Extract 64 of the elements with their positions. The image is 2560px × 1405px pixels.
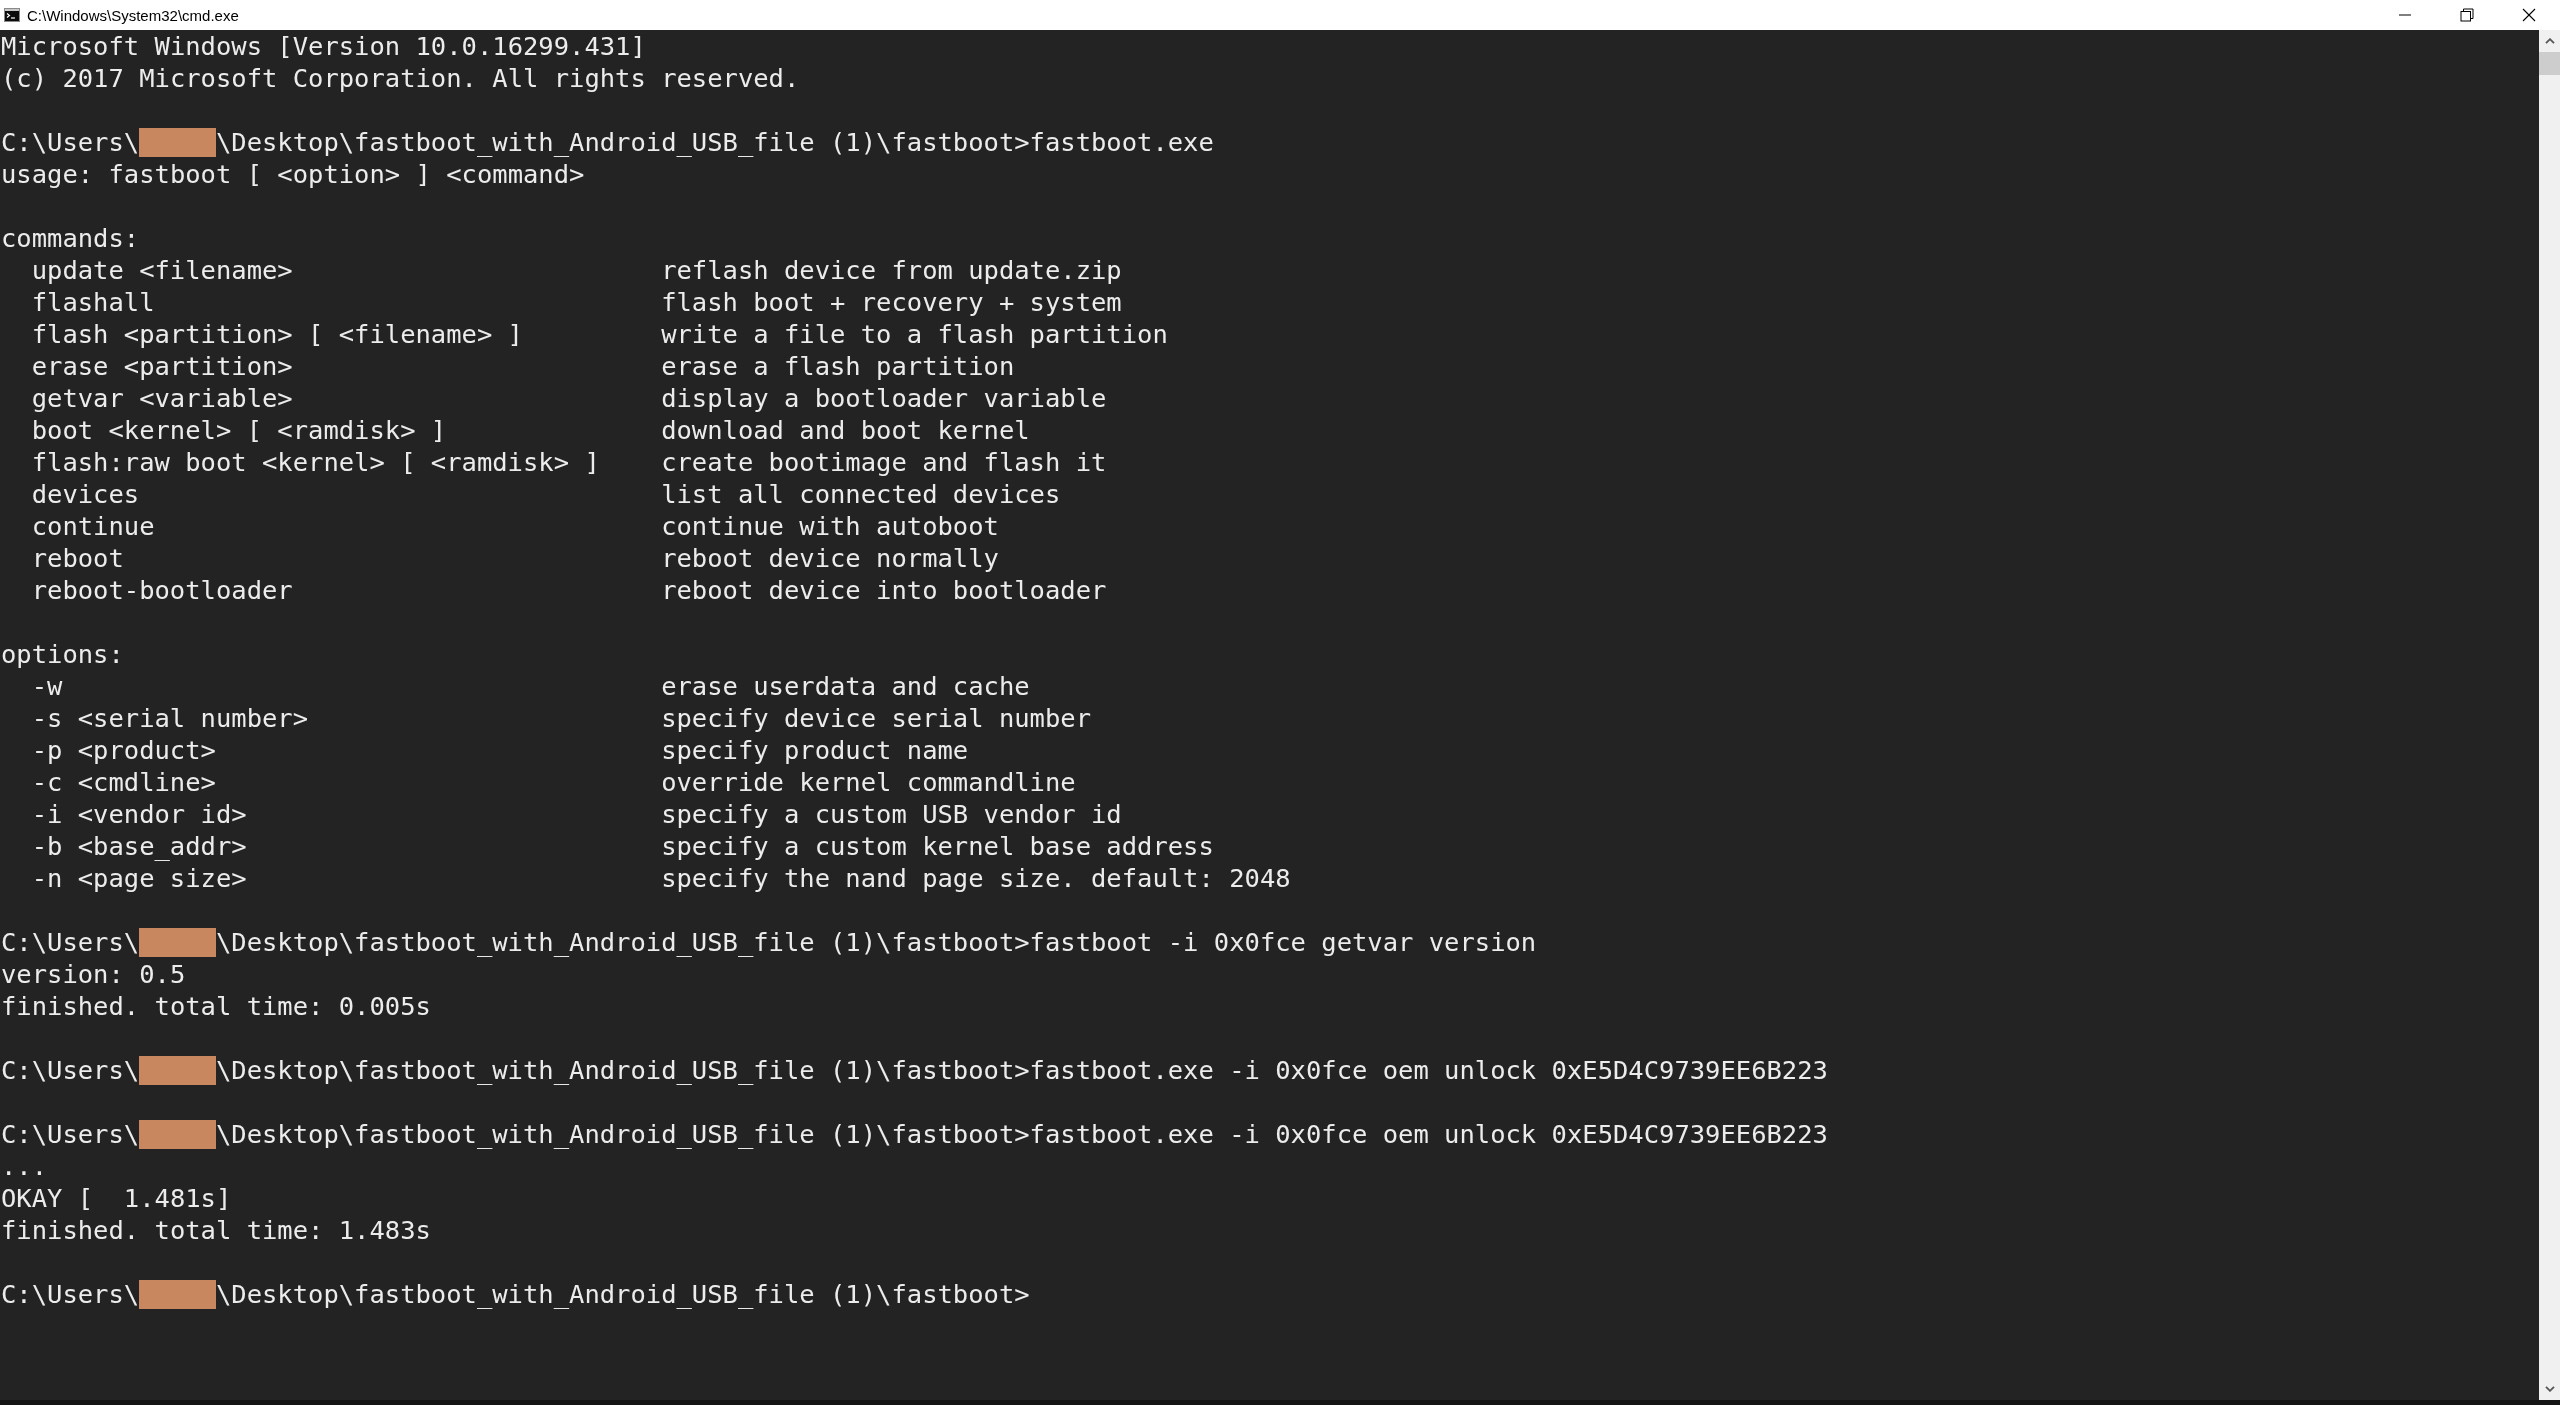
- help-description: download and boot kernel: [661, 414, 1030, 446]
- caret-down-icon: [2544, 1386, 2555, 1392]
- prompt-text: C:\Users\: [1, 1278, 140, 1310]
- help-description: display a bootloader variable: [661, 382, 1107, 414]
- help-description: create bootimage and flash it: [661, 446, 1107, 478]
- help-term: reboot-bootloader: [31, 574, 293, 606]
- help-term: -p <product>: [31, 734, 216, 766]
- output-line: commands:: [1, 222, 140, 254]
- output-line: finished. total time: 0.005s: [1, 990, 431, 1022]
- scroll-thumb[interactable]: [2539, 52, 2560, 75]
- prompt-text: \Desktop\fastboot_with_Android_USB_file (1)\fastboot>fastboot.exe -i 0x0fce oem unlock 0xE5D4C9739EE6B223: [215, 1054, 1828, 1086]
- help-description: reflash device from update.zip: [661, 254, 1122, 286]
- prompt-text: C:\Users\: [1, 926, 140, 958]
- prompt-text: \Desktop\fastboot_with_Android_USB_file (1)\fastboot>fastboot -i 0x0fce getvar version: [215, 926, 1537, 958]
- prompt-text: \Desktop\fastboot_with_Android_USB_file (1)\fastboot>: [215, 1278, 1030, 1310]
- restore-icon: [2460, 8, 2474, 22]
- caret-up-icon: [2544, 38, 2555, 44]
- help-description: reboot device normally: [661, 542, 999, 574]
- help-term: devices: [31, 478, 140, 510]
- window-title: C:\Windows\System32\cmd.exe: [27, 6, 239, 24]
- output-line: finished. total time: 1.483s: [1, 1214, 431, 1246]
- help-description: reboot device into bootloader: [661, 574, 1107, 606]
- output-line: options:: [1, 638, 124, 670]
- prompt-text: C:\Users\: [1, 1118, 140, 1150]
- prompt-text: C:\Users\: [1, 1054, 140, 1086]
- help-description: specify a custom kernel base address: [661, 830, 1214, 862]
- output-line: Microsoft Windows [Version 10.0.16299.431]: [1, 30, 646, 62]
- output-line: usage: fastboot [ <option> ] <command>: [1, 158, 585, 190]
- help-term: -c <cmdline>: [31, 766, 216, 798]
- terminal-icon: [4, 7, 20, 23]
- help-term: boot <kernel> [ <ramdisk> ]: [31, 414, 447, 446]
- help-term: erase <partition>: [31, 350, 293, 382]
- help-term: flashall: [31, 286, 155, 318]
- prompt-text: \Desktop\fastboot_with_Android_USB_file (1)\fastboot>fastboot.exe: [215, 126, 1214, 158]
- help-description: list all connected devices: [661, 478, 1061, 510]
- help-term: -n <page size>: [31, 862, 247, 894]
- help-description: continue with autoboot: [661, 510, 999, 542]
- help-term: continue: [31, 510, 155, 542]
- help-description: flash boot + recovery + system: [661, 286, 1122, 318]
- help-description: specify a custom USB vendor id: [661, 798, 1122, 830]
- scrollbar[interactable]: [2539, 30, 2560, 1400]
- help-term: flash <partition> [ <filename> ]: [31, 318, 523, 350]
- help-description: erase userdata and cache: [661, 670, 1030, 702]
- output-line: ...: [1, 1150, 48, 1182]
- help-term: -s <serial number>: [31, 702, 309, 734]
- help-term: flash:raw boot <kernel> [ <ramdisk> ]: [31, 446, 600, 478]
- prompt-text: C:\Users\: [1, 126, 140, 158]
- help-description: erase a flash partition: [661, 350, 1015, 382]
- help-description: write a file to a flash partition: [661, 318, 1168, 350]
- help-term: update <filename>: [31, 254, 293, 286]
- help-term: getvar <variable>: [31, 382, 293, 414]
- help-term: -i <vendor id>: [31, 798, 247, 830]
- help-term: -b <base_addr>: [31, 830, 247, 862]
- output-line: OKAY [ 1.481s]: [1, 1182, 232, 1214]
- help-term: -w: [31, 670, 63, 702]
- help-description: override kernel commandline: [661, 766, 1076, 798]
- output-line: version: 0.5: [1, 958, 186, 990]
- help-term: reboot: [31, 542, 124, 574]
- prompt-text: \Desktop\fastboot_with_Android_USB_file (1)\fastboot>fastboot.exe -i 0x0fce oem unlock 0xE5D4C9739EE6B223: [215, 1118, 1828, 1150]
- help-description: specify the nand page size. default: 2048: [661, 862, 1291, 894]
- output-line: (c) 2017 Microsoft Corporation. All rights reserved.: [1, 62, 800, 94]
- help-description: specify device serial number: [661, 702, 1091, 734]
- close-icon: [2522, 8, 2536, 22]
- help-description: specify product name: [661, 734, 969, 766]
